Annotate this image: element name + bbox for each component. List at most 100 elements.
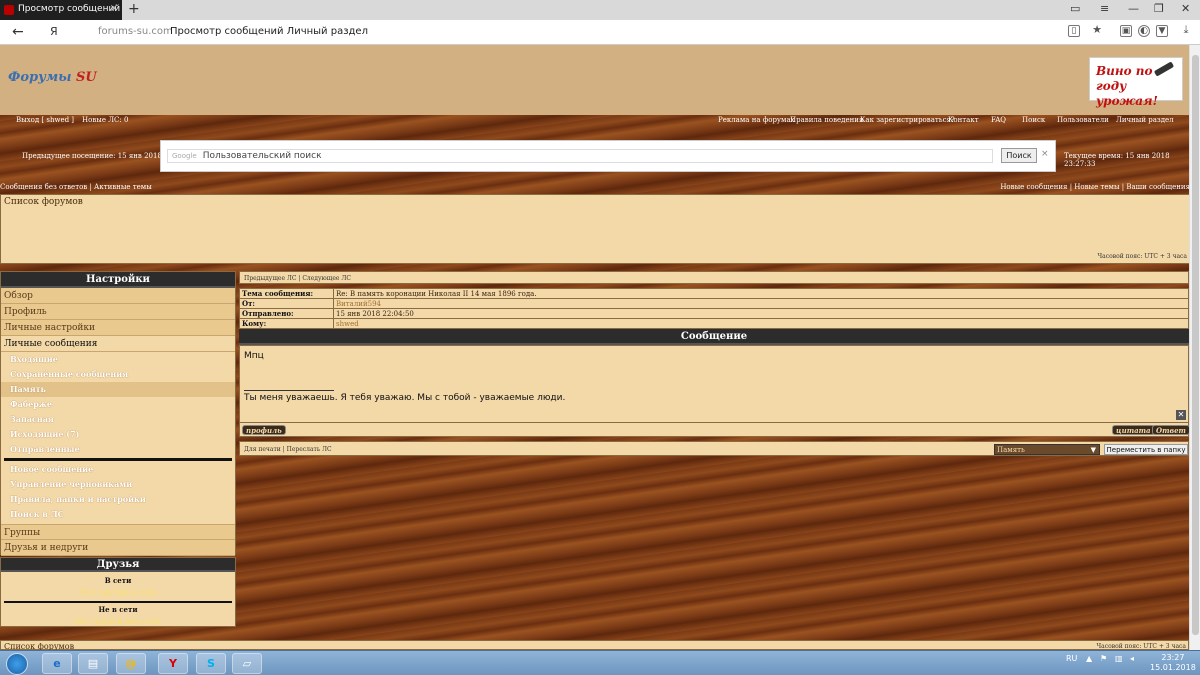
extension-icon[interactable]: ▣	[1120, 25, 1132, 37]
personal-area-link[interactable]: Личный раздел	[1116, 116, 1174, 124]
current-time: Текущее время: 15 янв 2018 23:27:33	[1064, 152, 1170, 168]
clock[interactable]: 23:27 15.01.2018	[1150, 653, 1196, 673]
shield-icon[interactable]: ▼	[1156, 25, 1168, 37]
to-user-link[interactable]: shwed	[336, 320, 359, 328]
search-link[interactable]: Поиск	[1022, 116, 1045, 124]
forum-logo[interactable]: Форумы SU	[8, 70, 97, 85]
folder-outbox[interactable]: Исходящие (7)	[1, 427, 235, 442]
reply-button[interactable]: Ответ	[1152, 425, 1190, 435]
menu-icon[interactable]: ≡	[1100, 2, 1109, 15]
sidebar-divider	[4, 458, 232, 461]
rules-link[interactable]: Правила поведения	[790, 116, 863, 124]
skype-icon[interactable]: S	[196, 653, 226, 674]
adblock-icon[interactable]: ◐	[1138, 25, 1150, 37]
unanswered-active-links[interactable]: Сообщения без ответов | Активные темы	[0, 183, 152, 191]
forum-list-panel: Список форумов Часовой пояс: UTC + 3 час…	[0, 194, 1200, 264]
volume-icon[interactable]: ◂	[1130, 654, 1134, 663]
window-close-icon[interactable]: ✕	[1181, 2, 1190, 15]
sidebar-item-personal-settings[interactable]: Личные настройки	[1, 320, 235, 336]
folder-saved[interactable]: Сохранённые сообщения	[1, 367, 235, 382]
logout-link[interactable]: Выход [ shwed ]	[16, 116, 74, 124]
explorer-folder-icon[interactable]: ▤	[78, 653, 108, 674]
folder-select[interactable]: Память ▼	[994, 444, 1100, 455]
new-tab-icon[interactable]: +	[128, 1, 140, 17]
friends-heading: Друзья	[1, 558, 235, 572]
yandex-home-icon[interactable]: Я	[50, 25, 58, 38]
flag-icon[interactable]: ⚑	[1100, 654, 1107, 663]
clock-time: 23:27	[1161, 653, 1185, 662]
folder-faberge[interactable]: Фаберже	[1, 397, 235, 412]
sent-label: Отправлено:	[239, 308, 334, 319]
from-user-link[interactable]: Виталий594	[336, 300, 381, 308]
ie-icon[interactable]: e	[42, 653, 72, 674]
download-icon[interactable]: ⤓	[1180, 24, 1192, 37]
tray-arrow-icon[interactable]: ▲	[1086, 654, 1092, 663]
browser-tab[interactable]: Просмотр сообщений Л ×	[0, 0, 122, 20]
new-posts-links[interactable]: Новые сообщения | Новые темы | Ваши сооб…	[1000, 183, 1190, 191]
folder-spare[interactable]: Запасная	[1, 412, 235, 427]
network-icon[interactable]: ▥	[1115, 654, 1123, 663]
maximize-icon[interactable]: ❐	[1154, 2, 1164, 15]
start-button[interactable]	[6, 653, 28, 675]
close-tab-icon[interactable]: ×	[110, 3, 118, 14]
report-icon[interactable]: ✕	[1176, 410, 1186, 420]
folder-inbox[interactable]: Входящие	[1, 352, 235, 367]
pm-navigation[interactable]: Предыдущее ЛС | Следующее ЛС	[239, 271, 1189, 284]
page-scrollbar[interactable]	[1189, 45, 1200, 650]
top-navigation: Выход [ shwed ] Новые ЛС: 0 Реклама на ф…	[0, 115, 1200, 125]
message-body: Мпц Ты меня уважаешь. Я тебя уважаю. Мы …	[239, 345, 1189, 423]
url-domain[interactable]: forums-su.com	[98, 26, 173, 37]
scroll-thumb[interactable]	[1192, 55, 1199, 635]
search-input[interactable]: Google Пользовательский поиск	[167, 149, 993, 163]
sidebar-item-profile[interactable]: Профиль	[1, 304, 235, 320]
folder-select-value: Память	[997, 446, 1025, 454]
signature-text: Ты меня уважаешь. Я тебя уважаю. Мы с то…	[244, 393, 566, 403]
message-buttons: профиль цитата Ответ	[239, 423, 1190, 437]
site-favicon-icon	[4, 5, 14, 15]
print-forward-links[interactable]: Для печати | Переслать ЛС	[244, 446, 332, 453]
users-link[interactable]: Пользователи	[1057, 116, 1109, 124]
back-arrow-icon[interactable]: ←	[12, 24, 24, 40]
sidebar-item-overview[interactable]: Обзор	[1, 288, 235, 304]
offline-label: Не в сети	[98, 605, 138, 614]
contact-link[interactable]: Контакт	[948, 116, 979, 124]
tab-list-icon[interactable]: ▭	[1070, 2, 1080, 15]
logo-accent-text: SU	[75, 70, 97, 85]
quote-button[interactable]: цитата	[1112, 425, 1155, 435]
bookmark-star-icon[interactable]: ★	[1091, 24, 1103, 37]
offline-empty: Нет друзей вне сети	[74, 617, 162, 626]
new-pm-link[interactable]: Новые ЛС: 0	[82, 116, 128, 124]
browser-tab-bar: Просмотр сообщений Л × + ▭ ≡ — ❐ ✕	[0, 0, 1200, 20]
minimize-icon[interactable]: —	[1128, 2, 1139, 15]
faq-link[interactable]: FAQ	[991, 116, 1006, 124]
quick-links-row: Сообщения без ответов | Активные темы Но…	[0, 183, 1200, 193]
from-label: От:	[239, 298, 334, 309]
yandex-browser-icon[interactable]: Y	[158, 653, 188, 674]
register-link[interactable]: Как зарегистрироваться?	[860, 116, 955, 124]
folder-sent[interactable]: Отправленные	[1, 442, 235, 457]
search-button[interactable]: Поиск	[1001, 148, 1037, 163]
drafts-link[interactable]: Управление черновиками	[1, 477, 235, 492]
pm-search-link[interactable]: Поиск в ЛС	[1, 507, 235, 522]
friends-panel: Друзья В сети Нет друзей в сети Не в сет…	[0, 557, 236, 627]
move-to-folder-button[interactable]: Переместить в папку	[1104, 444, 1188, 455]
mail-icon[interactable]: @	[116, 653, 146, 674]
language-indicator[interactable]: RU	[1066, 654, 1077, 663]
forum-list-link[interactable]: Список форумов	[4, 197, 83, 207]
ad-banner[interactable]: Вино по году урожая!	[1089, 57, 1183, 108]
clear-search-icon[interactable]: ×	[1041, 149, 1049, 159]
sidebar-item-groups[interactable]: Группы	[1, 524, 235, 540]
reader-mode-icon[interactable]: ▯	[1068, 25, 1080, 37]
folder-memory[interactable]: Память	[1, 382, 235, 397]
profile-button[interactable]: профиль	[242, 425, 286, 435]
message-view: Предыдущее ЛС | Следующее ЛС Тема сообще…	[239, 271, 1190, 456]
clock-date: 15.01.2018	[1150, 663, 1196, 672]
app-window-icon[interactable]: ▱	[232, 653, 262, 674]
rules-folders-link[interactable]: Правила, папки и настройки	[1, 492, 235, 507]
sidebar-item-friends-foes[interactable]: Друзья и недруги	[1, 540, 235, 556]
new-message-link[interactable]: Новое сообщение	[1, 462, 235, 477]
ads-link[interactable]: Реклама на форумах	[718, 116, 795, 124]
sidebar-item-pm[interactable]: Личные сообщения	[1, 336, 235, 352]
sidebar-heading: Настройки	[1, 272, 235, 288]
url-page-title[interactable]: Просмотр сообщений Личный раздел	[170, 26, 368, 37]
